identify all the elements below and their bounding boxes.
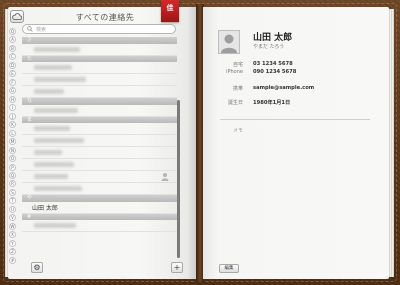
redacted-contact-name xyxy=(34,174,68,179)
contact-avatar[interactable] xyxy=(218,30,240,54)
index-letter[interactable]: M xyxy=(9,138,16,146)
redacted-contact-name xyxy=(34,46,80,52)
index-letter[interactable]: K xyxy=(9,121,16,129)
redacted-contact-name xyxy=(34,186,82,191)
index-letter[interactable]: S xyxy=(9,188,16,196)
contact-row[interactable] xyxy=(22,74,177,86)
redacted-contact-name xyxy=(34,89,64,94)
field-label-home: 自宅 xyxy=(232,62,243,68)
index-letter[interactable]: C xyxy=(9,53,16,61)
contact-row[interactable]: 山田 太郎 xyxy=(22,202,177,214)
index-letter[interactable]: Y xyxy=(9,239,16,247)
index-letter[interactable]: B xyxy=(9,44,16,52)
scrollbar[interactable] xyxy=(177,100,180,258)
gear-icon: ⚙ xyxy=(33,263,41,272)
field-value-birthday: 1980年1月1日 xyxy=(253,100,291,106)
field-value-home[interactable]: 03 1234 5678 xyxy=(253,61,293,67)
index-letter[interactable]: Z xyxy=(9,248,16,256)
contact-row[interactable] xyxy=(22,123,177,135)
contact-row[interactable] xyxy=(22,105,177,117)
index-letter[interactable]: I xyxy=(9,104,16,112)
index-letter[interactable]: G xyxy=(9,87,16,95)
memo-divider xyxy=(220,119,370,120)
ribbon-label: 佳 xyxy=(166,4,174,12)
redacted-contact-name xyxy=(34,126,70,131)
redacted-contact-name xyxy=(34,223,76,228)
search-icon xyxy=(27,26,33,32)
add-contact-button[interactable]: + xyxy=(171,262,183,273)
redacted-contact-name xyxy=(34,138,84,143)
index-letter[interactable]: A xyxy=(9,36,16,44)
field-label-mobile: 携帯 xyxy=(232,86,243,92)
contacts-list-title: すべての連絡先 xyxy=(75,13,135,22)
field-value-iphone[interactable]: 090 1234 5678 xyxy=(253,69,296,75)
index-letter[interactable]: P xyxy=(9,163,16,171)
index-letter[interactable]: E xyxy=(9,70,16,78)
index-letter[interactable]: V xyxy=(9,214,16,222)
index-letter[interactable]: H xyxy=(9,95,16,103)
groups-button[interactable] xyxy=(10,10,24,23)
field-label-iphone: iPhone xyxy=(226,69,243,75)
index-letter[interactable]: Q xyxy=(9,28,16,35)
index-letter[interactable]: X xyxy=(9,231,16,239)
contact-row[interactable] xyxy=(22,62,177,74)
index-letter[interactable]: N xyxy=(9,146,16,154)
search-field[interactable]: 検索 xyxy=(22,24,176,34)
index-letter[interactable]: # xyxy=(9,256,16,264)
index-letter[interactable]: J xyxy=(9,112,16,120)
index-letter[interactable]: Q xyxy=(9,171,16,179)
index-letter[interactable]: O xyxy=(9,155,16,163)
field-label-birthday: 誕生日 xyxy=(227,100,243,106)
field-value-email[interactable]: sample@sample.com xyxy=(253,85,314,91)
index-letter[interactable]: F xyxy=(9,78,16,86)
settings-button[interactable]: ⚙ xyxy=(31,262,43,273)
alphabet-index[interactable]: Q A B C D E F G H I J K L M N O P Q R S T U V W X Y Z # xyxy=(9,28,17,264)
contact-row-name: 山田 太郎 xyxy=(32,204,58,212)
contact-row[interactable] xyxy=(22,86,177,98)
plus-icon: + xyxy=(173,263,181,272)
contact-row[interactable] xyxy=(22,159,177,171)
redacted-contact-name xyxy=(34,65,72,70)
contact-row[interactable] xyxy=(22,147,177,159)
edit-button[interactable]: 編集 xyxy=(219,264,239,273)
contact-row[interactable] xyxy=(22,183,177,195)
redacted-contact-name xyxy=(34,150,62,155)
redacted-contact-name xyxy=(34,162,74,167)
bookmark-ribbon[interactable]: 佳 xyxy=(161,0,179,22)
search-placeholder: 検索 xyxy=(36,26,47,33)
index-letter[interactable]: U xyxy=(9,205,16,213)
redacted-contact-name xyxy=(34,77,86,82)
contact-row[interactable] xyxy=(22,135,177,147)
contact-row[interactable] xyxy=(22,171,177,183)
contact-row[interactable] xyxy=(22,44,177,56)
person-icon xyxy=(221,34,237,53)
contact-furigana: やまだ たろう xyxy=(253,44,285,50)
person-silhouette-icon xyxy=(161,173,169,181)
index-letter[interactable]: W xyxy=(9,222,16,230)
right-page-edges xyxy=(389,9,394,277)
cloud-icon xyxy=(12,13,22,20)
contact-name: 山田 太郎 xyxy=(253,33,293,43)
redacted-contact-name xyxy=(34,107,78,113)
index-letter[interactable]: L xyxy=(9,129,16,137)
index-letter[interactable]: T xyxy=(9,197,16,205)
memo-label[interactable]: メモ xyxy=(233,127,243,134)
index-letter[interactable]: D xyxy=(9,61,16,69)
contact-row[interactable] xyxy=(22,220,177,232)
index-letter[interactable]: R xyxy=(9,180,16,188)
contact-list[interactable]: さたなまや山田 太郎 # xyxy=(22,37,177,260)
